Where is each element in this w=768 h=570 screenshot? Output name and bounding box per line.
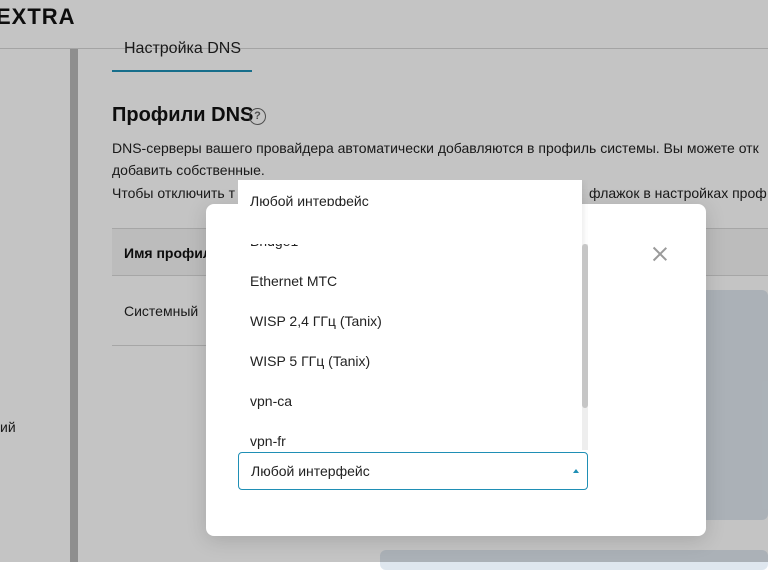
dropdown-list: Любой интерфейс Bridge1 Ethernet МТС WIS…: [238, 180, 582, 450]
dropdown-option[interactable]: WISP 2,4 ГГц (Tanix): [250, 313, 382, 329]
caret-up-icon: [573, 469, 579, 473]
dropdown-option[interactable]: vpn-fr: [250, 433, 286, 449]
dropdown-option[interactable]: vpn-ca: [250, 393, 292, 409]
close-icon[interactable]: [650, 244, 670, 264]
dropdown-scrollbar-thumb[interactable]: [582, 244, 588, 408]
dropdown-gap: [238, 206, 582, 244]
dropdown-option[interactable]: Ethernet МТС: [250, 273, 337, 289]
interface-dropdown[interactable]: Любой интерфейс Bridge1 Ethernet МТС WIS…: [238, 180, 588, 450]
interface-select[interactable]: Любой интерфейс: [238, 452, 588, 490]
dropdown-option[interactable]: WISP 5 ГГц (Tanix): [250, 353, 370, 369]
select-value: Любой интерфейс: [251, 463, 370, 479]
